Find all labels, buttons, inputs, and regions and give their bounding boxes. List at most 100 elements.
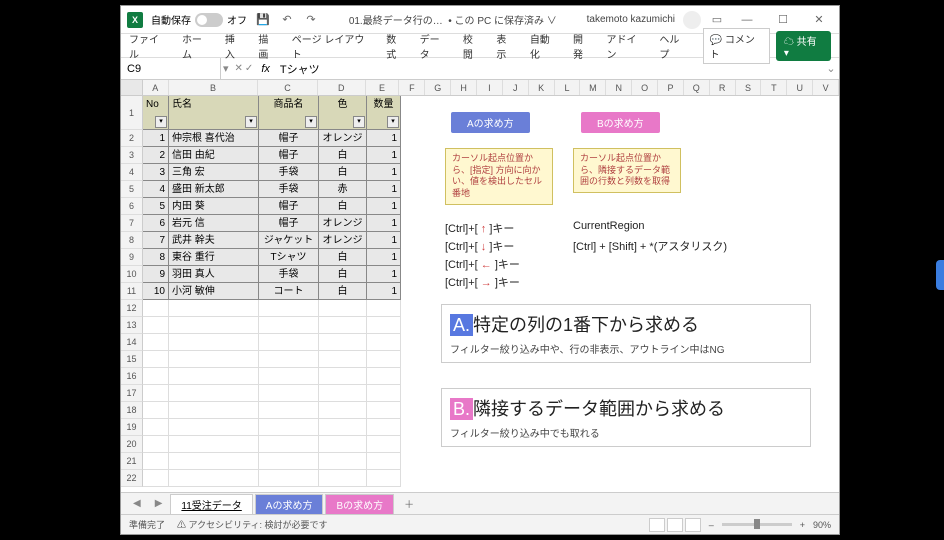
cell-qty[interactable]: 1 — [367, 147, 401, 164]
cell-product[interactable]: コート — [259, 283, 319, 300]
row-header[interactable]: 8 — [121, 232, 143, 249]
cell-no[interactable]: 5 — [143, 198, 169, 215]
cell-no[interactable]: 8 — [143, 249, 169, 266]
tab-file[interactable]: ファイル — [129, 31, 168, 61]
row-header[interactable]: 1 — [121, 96, 143, 130]
tab-addins[interactable]: アドイン — [606, 31, 645, 61]
row-header[interactable]: 14 — [121, 334, 143, 351]
side-panel-tab[interactable] — [936, 260, 944, 290]
col-Q[interactable]: Q — [684, 80, 710, 95]
view-pagebreak[interactable] — [685, 518, 701, 532]
col-R[interactable]: R — [710, 80, 736, 95]
cell-qty[interactable]: 1 — [367, 164, 401, 181]
row-header[interactable]: 18 — [121, 402, 143, 419]
sheet-tab-3[interactable]: Bの求め方 — [325, 494, 394, 514]
add-sheet-button[interactable]: ＋ — [396, 494, 422, 513]
cell-name[interactable]: 信田 由紀 — [169, 147, 259, 164]
col-M[interactable]: M — [580, 80, 606, 95]
row-header[interactable]: 16 — [121, 368, 143, 385]
autosave-toggle[interactable]: 自動保存 オフ — [151, 12, 247, 27]
status-accessibility[interactable]: ⚠ アクセシビリティ: 検討が必要です — [177, 518, 328, 531]
col-C[interactable]: C — [258, 80, 318, 95]
cell-color[interactable]: 白 — [319, 249, 367, 266]
row-header[interactable]: 20 — [121, 436, 143, 453]
cell-product[interactable]: Tシャツ — [259, 249, 319, 266]
tab-nav-next[interactable]: ▶ — [149, 498, 169, 509]
col-P[interactable]: P — [658, 80, 684, 95]
cell-color[interactable]: 白 — [319, 147, 367, 164]
cell-name[interactable]: 仲宗根 喜代治 — [169, 130, 259, 147]
row-header[interactable]: 22 — [121, 470, 143, 487]
col-F[interactable]: F — [399, 80, 425, 95]
cell-name[interactable]: 岩元 信 — [169, 215, 259, 232]
cell-name[interactable]: 三角 宏 — [169, 164, 259, 181]
tab-insert[interactable]: 挿入 — [225, 31, 244, 61]
tab-view[interactable]: 表示 — [496, 31, 515, 61]
row-header[interactable]: 6 — [121, 198, 143, 215]
button-b[interactable]: Bの求め方 — [581, 112, 660, 133]
row-header[interactable]: 10 — [121, 266, 143, 283]
row-header[interactable]: 21 — [121, 453, 143, 470]
fx-icon[interactable]: fx — [257, 63, 274, 75]
cell-color[interactable]: 白 — [319, 266, 367, 283]
cell-no[interactable]: 1 — [143, 130, 169, 147]
filter-icon[interactable]: ▾ — [155, 116, 167, 128]
cell-color[interactable]: 白 — [319, 198, 367, 215]
zoom-out[interactable]: – — [709, 520, 714, 530]
col-H[interactable]: H — [451, 80, 477, 95]
tab-pagelayout[interactable]: ページ レイアウト — [292, 31, 372, 61]
cell-qty[interactable]: 1 — [367, 130, 401, 147]
row-header[interactable]: 13 — [121, 317, 143, 334]
save-icon[interactable]: 💾 — [255, 12, 271, 28]
cell-qty[interactable]: 1 — [367, 232, 401, 249]
select-all-corner[interactable] — [121, 80, 143, 95]
row-header[interactable]: 3 — [121, 147, 143, 164]
row-header[interactable]: 19 — [121, 419, 143, 436]
cell-no[interactable]: 6 — [143, 215, 169, 232]
zoom-in[interactable]: + — [800, 520, 805, 530]
button-a[interactable]: Aの求め方 — [451, 112, 530, 133]
row-header[interactable]: 12 — [121, 300, 143, 317]
tab-automate[interactable]: 自動化 — [530, 31, 559, 61]
filter-icon[interactable]: ▾ — [387, 116, 399, 128]
row-header[interactable]: 4 — [121, 164, 143, 181]
col-L[interactable]: L — [555, 80, 581, 95]
tab-draw[interactable]: 描画 — [258, 31, 277, 61]
cell-no[interactable]: 9 — [143, 266, 169, 283]
sheet-area[interactable]: A B C D E F G H I J K L M N O P Q R S T … — [121, 80, 839, 492]
tab-home[interactable]: ホーム — [182, 31, 211, 61]
cell-no[interactable]: 3 — [143, 164, 169, 181]
cell-color[interactable]: 赤 — [319, 181, 367, 198]
cell-name[interactable]: 盛田 新太郎 — [169, 181, 259, 198]
row-header[interactable]: 17 — [121, 385, 143, 402]
col-A[interactable]: A — [143, 80, 169, 95]
cell-qty[interactable]: 1 — [367, 283, 401, 300]
cell-no[interactable]: 10 — [143, 283, 169, 300]
tab-review[interactable]: 校閲 — [463, 31, 482, 61]
col-J[interactable]: J — [503, 80, 529, 95]
enter-icon[interactable]: ✓ — [245, 63, 253, 74]
expand-formula-icon[interactable]: ⌄ — [823, 62, 839, 75]
tab-data[interactable]: データ — [420, 31, 449, 61]
cell-product[interactable]: 手袋 — [259, 181, 319, 198]
cell-color[interactable]: オレンジ — [319, 215, 367, 232]
avatar[interactable] — [683, 11, 701, 29]
row-header[interactable]: 15 — [121, 351, 143, 368]
tab-help[interactable]: ヘルプ — [659, 31, 688, 61]
col-D[interactable]: D — [318, 80, 366, 95]
zoom-slider[interactable] — [722, 523, 792, 526]
cell-name[interactable]: 羽田 真人 — [169, 266, 259, 283]
col-K[interactable]: K — [529, 80, 555, 95]
cell-product[interactable]: 帽子 — [259, 130, 319, 147]
row-header[interactable]: 5 — [121, 181, 143, 198]
col-U[interactable]: U — [787, 80, 813, 95]
cell-name[interactable]: 東谷 重行 — [169, 249, 259, 266]
cell-qty[interactable]: 1 — [367, 181, 401, 198]
cell-name[interactable]: 内田 葵 — [169, 198, 259, 215]
toggle-icon[interactable] — [195, 13, 223, 27]
row-header[interactable]: 11 — [121, 283, 143, 300]
sheet-tab-2[interactable]: Aの求め方 — [255, 494, 324, 514]
filter-icon[interactable]: ▾ — [353, 116, 365, 128]
cell-no[interactable]: 7 — [143, 232, 169, 249]
cell-no[interactable]: 2 — [143, 147, 169, 164]
